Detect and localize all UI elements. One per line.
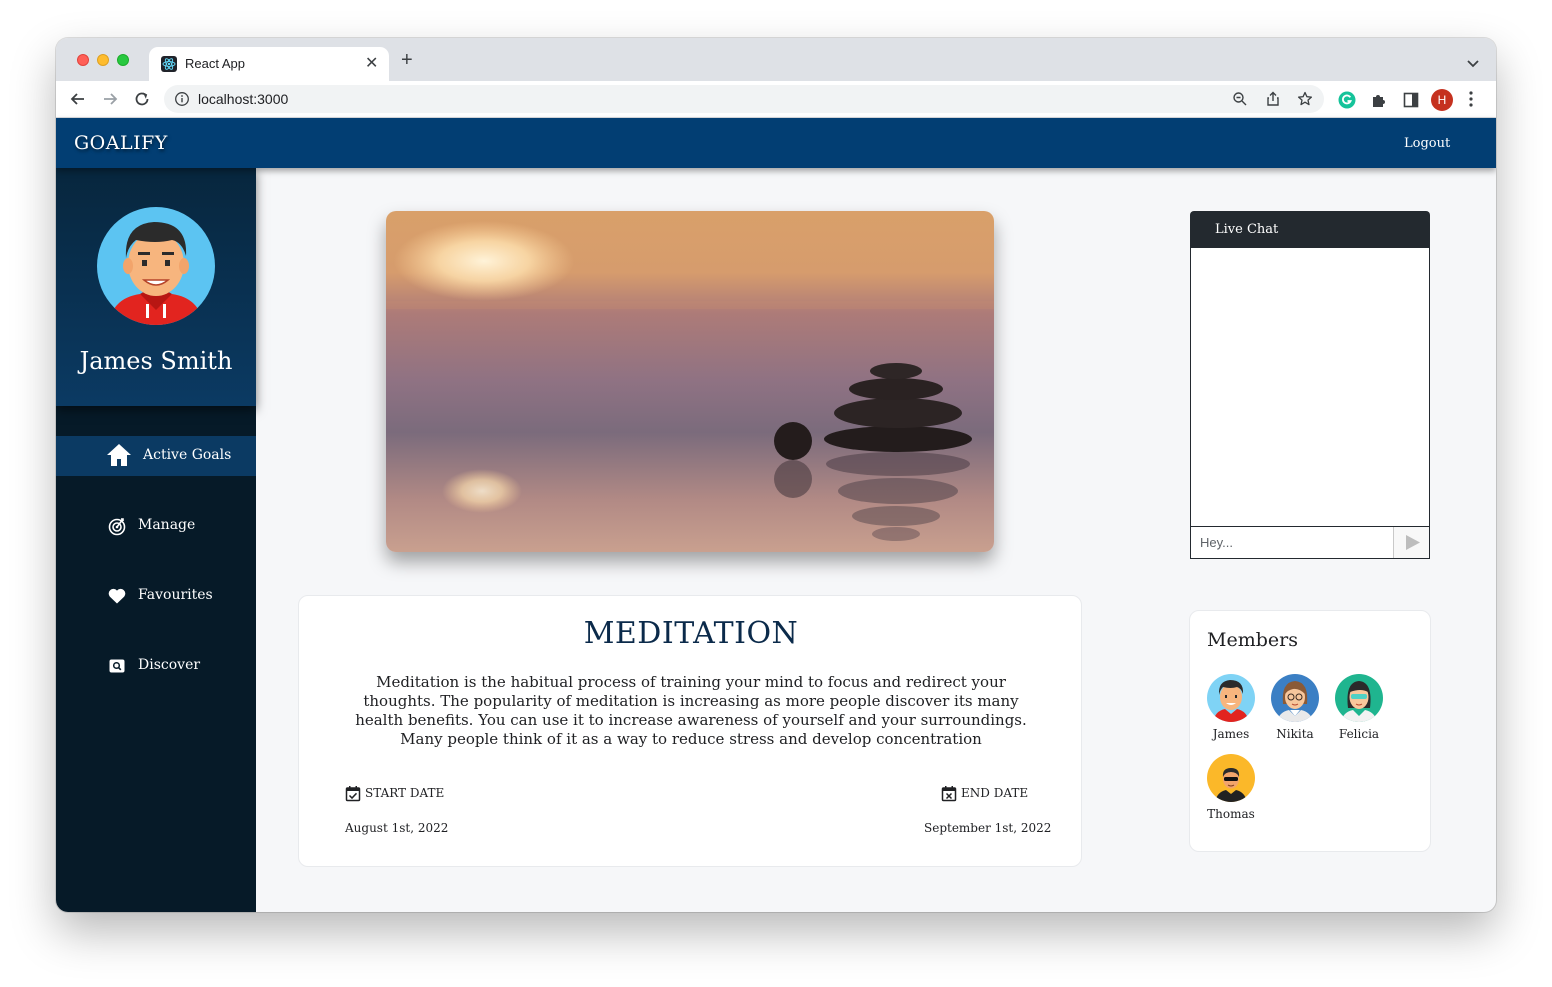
back-arrow-icon[interactable]: [68, 89, 88, 109]
site-info-icon[interactable]: [174, 91, 190, 107]
share-icon[interactable]: [1265, 91, 1281, 107]
start-date-label: START DATE: [365, 786, 445, 800]
avatar: [96, 206, 216, 326]
brand-logo[interactable]: GOALIFY: [74, 132, 168, 154]
grammarly-extension-icon[interactable]: [1337, 90, 1357, 110]
user-name: James Smith: [79, 347, 233, 375]
sidebar-item-manage[interactable]: Manage: [56, 506, 256, 546]
menu-kebab-icon[interactable]: [1468, 90, 1474, 113]
members-panel: Members James Nikita Felicia Thomas: [1189, 610, 1431, 852]
live-chat-title: Live Chat: [1215, 222, 1279, 237]
sidebar-item-favourites[interactable]: Favourites: [56, 576, 256, 616]
url-text[interactable]: localhost:3000: [198, 91, 288, 107]
member-nikita[interactable]: Nikita: [1263, 674, 1327, 744]
member-avatar: [1271, 674, 1319, 722]
search-box-icon: [107, 656, 127, 676]
tab-search-chevron-icon[interactable]: [1467, 55, 1479, 73]
goal-description: Meditation is the habitual process of tr…: [355, 673, 1027, 748]
start-date-value: August 1st, 2022: [345, 821, 449, 835]
sidebar-item-label: Discover: [138, 657, 201, 673]
browser-toolbar: localhost:3000 H: [56, 81, 1496, 118]
goal-card: MEDITATION Meditation is the habitual pr…: [298, 595, 1082, 867]
new-tab-icon[interactable]: +: [401, 50, 413, 70]
sidebar-item-label: Favourites: [138, 587, 213, 603]
member-name: Nikita: [1276, 727, 1314, 741]
forward-arrow-icon[interactable]: [100, 89, 120, 109]
live-chat-panel: Live Chat: [1190, 211, 1430, 559]
tab-title: React App: [185, 56, 245, 71]
bookmark-star-icon[interactable]: [1297, 91, 1313, 107]
zoom-out-icon[interactable]: [1232, 91, 1248, 107]
close-window-button[interactable]: [77, 54, 89, 66]
heart-icon: [107, 586, 127, 606]
member-name: Thomas: [1207, 807, 1255, 821]
end-date-label: END DATE: [961, 786, 1029, 800]
address-bar[interactable]: localhost:3000: [164, 85, 1324, 113]
goal-hero-image: [386, 211, 994, 552]
chat-input[interactable]: [1191, 527, 1393, 558]
logout-link[interactable]: Logout: [1404, 136, 1450, 151]
extensions-puzzle-icon[interactable]: [1369, 90, 1389, 110]
send-play-icon: [1406, 535, 1420, 550]
browser-window: React App ✕ + localhost:3000 H GOALIFY L…: [56, 38, 1496, 912]
side-panel-icon[interactable]: [1401, 90, 1421, 110]
member-avatar: [1207, 754, 1255, 802]
members-title: Members: [1207, 629, 1298, 651]
member-thomas[interactable]: Thomas: [1199, 754, 1263, 824]
sidebar-item-active-goals[interactable]: Active Goals: [56, 436, 256, 476]
member-james[interactable]: James: [1199, 674, 1263, 744]
tab-strip: React App ✕ +: [56, 38, 1496, 81]
member-name: James: [1212, 727, 1250, 741]
member-avatar: [1335, 674, 1383, 722]
chat-input-row: [1190, 526, 1430, 559]
sidebar: James Smith Active Goals Manage Favourit…: [56, 168, 256, 912]
profile-card: James Smith: [56, 168, 256, 406]
app-header: GOALIFY Logout: [56, 118, 1496, 168]
tab-close-icon[interactable]: ✕: [365, 53, 378, 73]
target-icon: [107, 516, 127, 536]
live-chat-header: Live Chat: [1190, 211, 1430, 247]
maximize-window-button[interactable]: [117, 54, 129, 66]
reload-icon[interactable]: [132, 89, 152, 109]
minimize-window-button[interactable]: [97, 54, 109, 66]
send-button[interactable]: [1393, 527, 1429, 558]
profile-avatar[interactable]: H: [1431, 89, 1453, 111]
member-felicia[interactable]: Felicia: [1327, 674, 1391, 744]
chat-messages[interactable]: [1190, 247, 1430, 526]
sidebar-item-label: Active Goals: [143, 447, 232, 463]
calendar-x-icon: [941, 785, 957, 802]
member-avatar: [1207, 674, 1255, 722]
browser-tab[interactable]: React App ✕: [149, 47, 389, 81]
home-icon: [106, 443, 132, 467]
member-name: Felicia: [1338, 727, 1380, 741]
calendar-check-icon: [345, 785, 361, 802]
goal-title: MEDITATION: [583, 616, 799, 651]
end-date-value: September 1st, 2022: [924, 821, 1052, 835]
react-logo-icon: [161, 56, 177, 72]
sidebar-item-label: Manage: [138, 517, 196, 533]
sidebar-item-discover[interactable]: Discover: [56, 646, 256, 686]
